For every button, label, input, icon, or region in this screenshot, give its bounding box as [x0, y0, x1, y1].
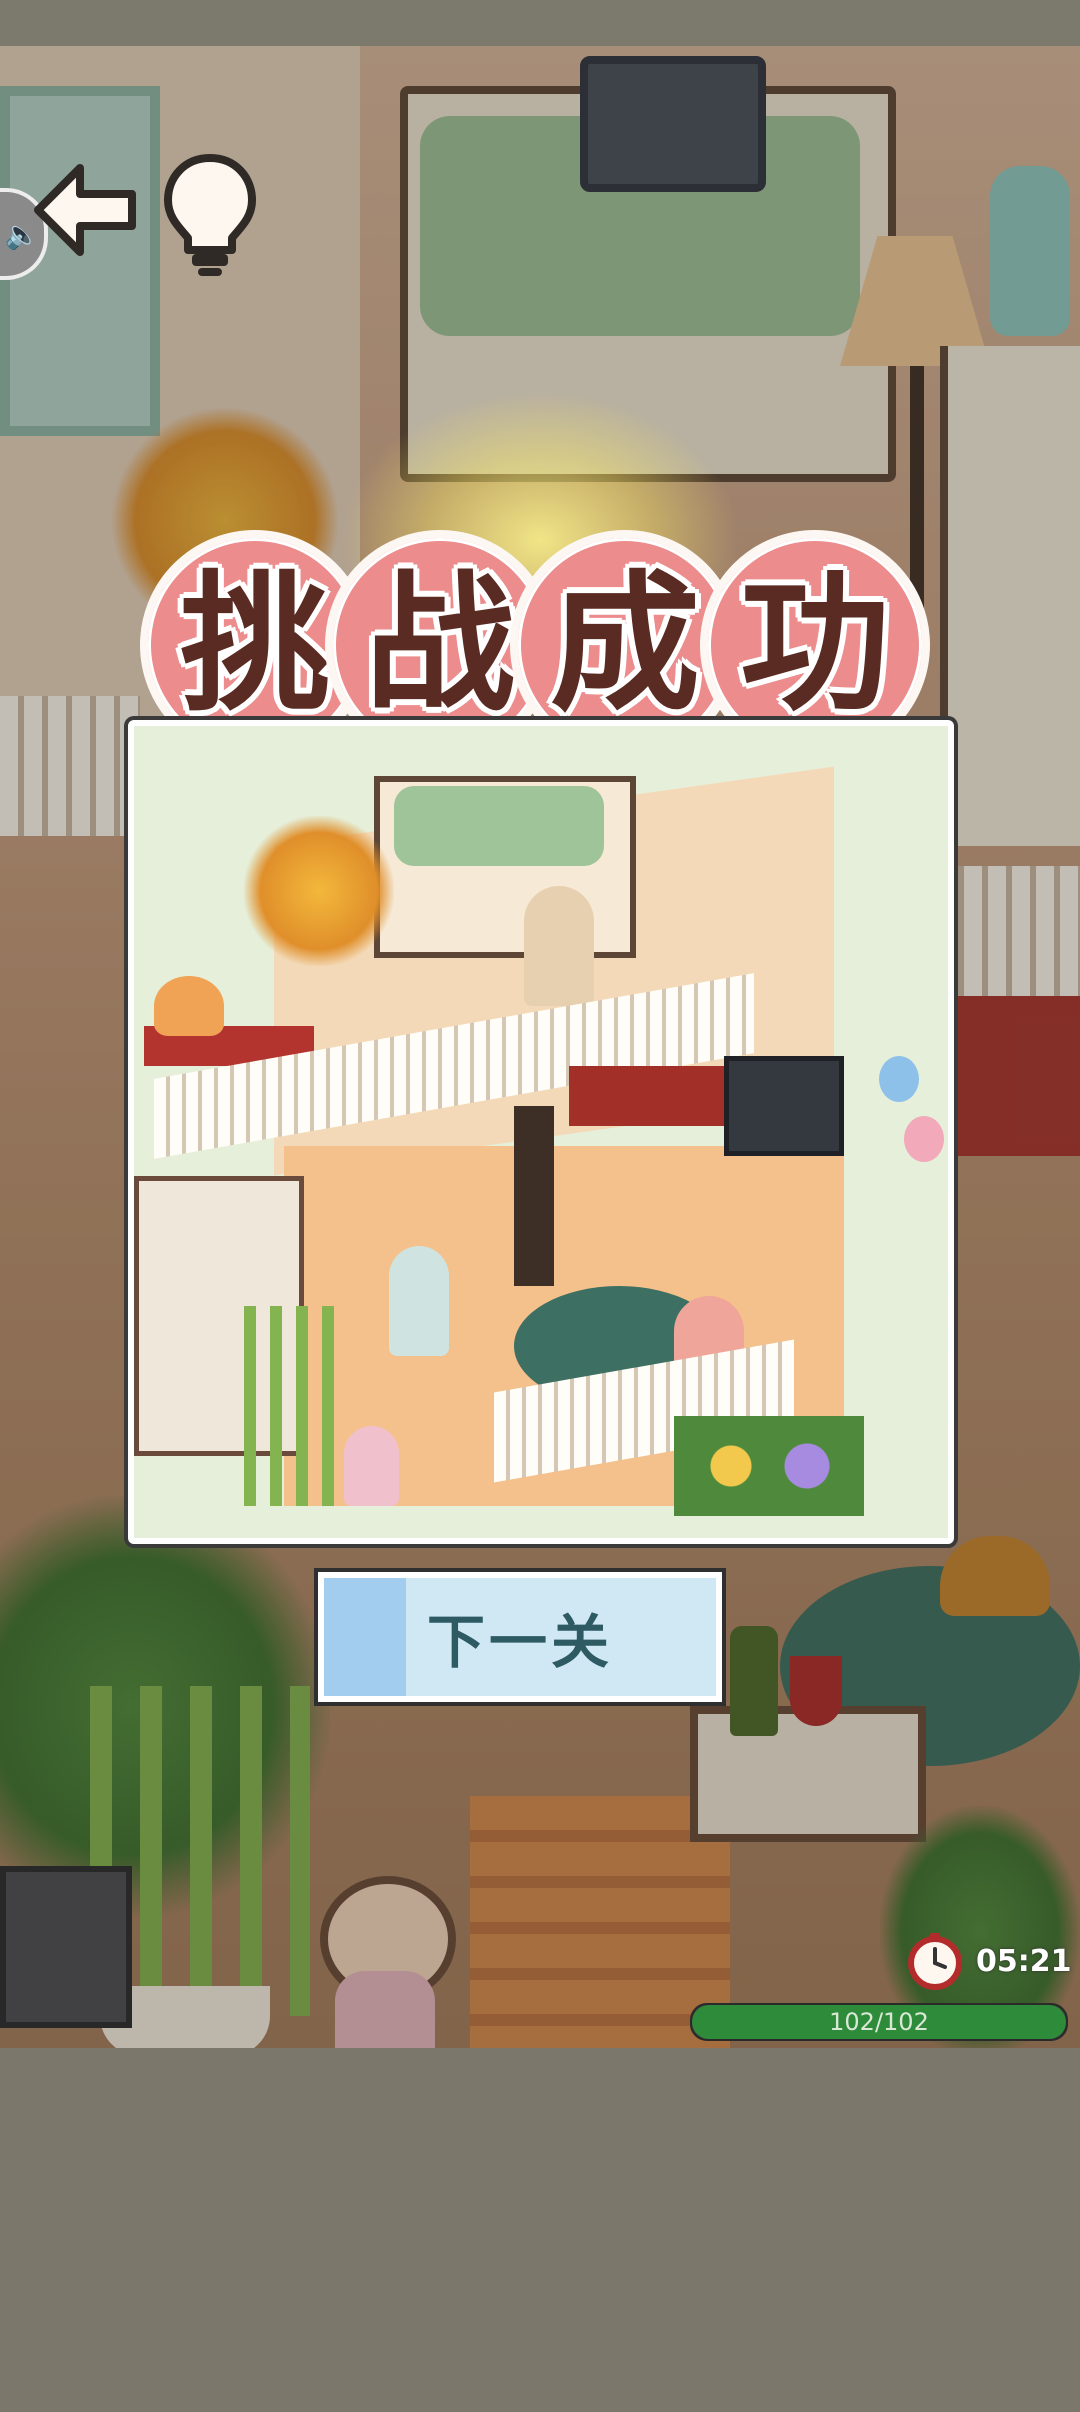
preview-character: [344, 1426, 399, 1506]
preview-bamboo: [244, 1306, 344, 1506]
timer-text: 05:21: [976, 1943, 1072, 1979]
clock-icon: [908, 1933, 962, 1990]
progress-text: 102/102: [829, 2008, 929, 2036]
back-button[interactable]: [30, 160, 140, 260]
next-level-label: 下一关: [426, 1608, 613, 1676]
back-arrow-icon: [34, 164, 136, 256]
bottom-band: [0, 2048, 1080, 2412]
preview-character: [389, 1246, 449, 1356]
title-char: 功: [739, 558, 890, 732]
preview-balloon: [879, 1056, 919, 1102]
completed-scene-preview: [128, 720, 954, 1544]
timer: 05:21: [906, 1926, 1076, 1996]
title-char: 成: [549, 558, 700, 732]
preview-flower-tree: [244, 816, 394, 966]
preview-curtain: [569, 1066, 729, 1126]
preview-tv: [724, 1056, 844, 1156]
title-char: 挑: [179, 558, 330, 732]
preview-blanket: [394, 786, 604, 866]
preview-balloon: [904, 1116, 944, 1162]
preview-character: [524, 886, 594, 1006]
preview-fox: [154, 976, 224, 1036]
hint-button[interactable]: [160, 150, 260, 280]
preview-flower-bed: [674, 1416, 864, 1516]
top-band: [0, 0, 1080, 46]
button-stripe: [324, 1578, 406, 1696]
next-level-button[interactable]: 下一关: [318, 1572, 722, 1702]
progress-bar: 102/102: [690, 2003, 1068, 2041]
preview-lamp: [514, 1106, 554, 1286]
lightbulb-icon: [164, 154, 256, 276]
title-char: 战: [364, 558, 515, 732]
